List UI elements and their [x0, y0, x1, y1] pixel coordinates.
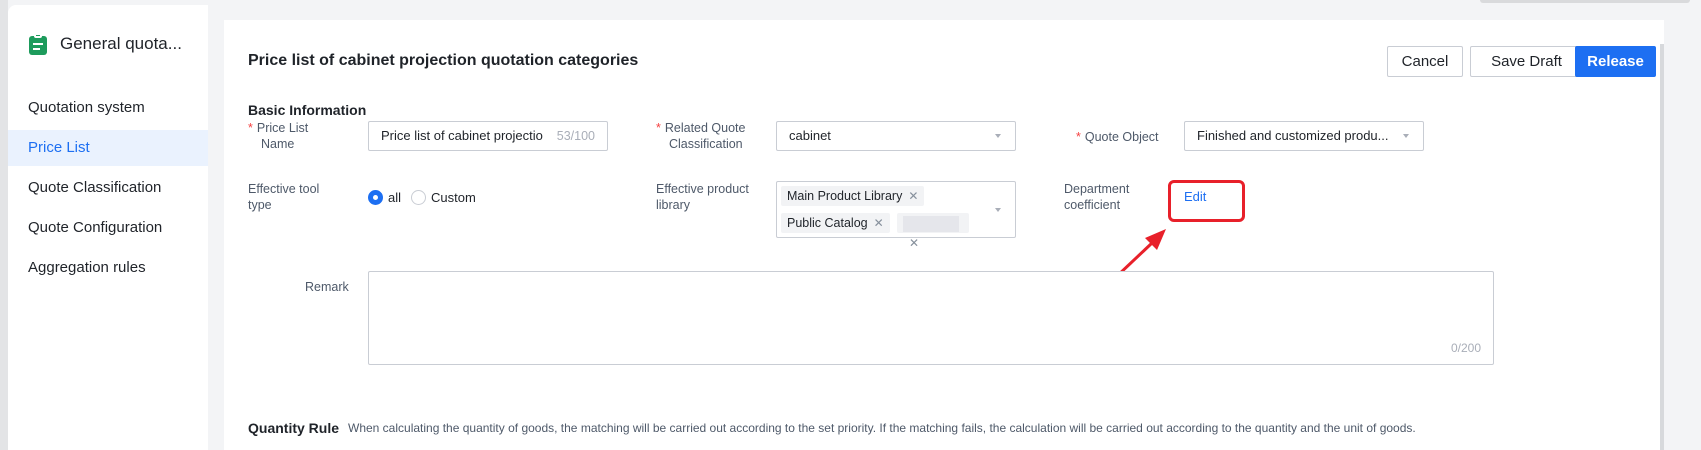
- release-button[interactable]: Release: [1575, 46, 1656, 77]
- radio-all[interactable]: [368, 190, 383, 205]
- radio-custom[interactable]: [411, 190, 427, 205]
- page-title: Price list of cabinet projection quotati…: [248, 52, 639, 69]
- close-icon[interactable]: ✕: [908, 189, 918, 203]
- clipboard-icon: [28, 33, 48, 55]
- remark-label: Remark: [305, 280, 349, 294]
- vertical-scrollbar[interactable]: [1660, 44, 1664, 450]
- price-list-name-count: 53/100: [556, 129, 595, 143]
- save-draft-button[interactable]: Save Draft: [1470, 46, 1583, 77]
- sidebar-item-quote-configuration[interactable]: Quote Configuration: [8, 210, 208, 246]
- radio-custom-label[interactable]: Custom: [431, 190, 476, 205]
- price-list-name-input[interactable]: Price list of cabinet projectio 53/100: [368, 121, 608, 151]
- sidebar-item-quote-classification[interactable]: Quote Classification: [8, 170, 208, 206]
- redacted-block: [903, 215, 959, 232]
- quantity-rule-description: When calculating the quantity of goods, …: [348, 421, 1416, 435]
- department-coefficient-label: Department coefficient: [1064, 182, 1130, 212]
- quote-object-label: * Quote Object: [1076, 130, 1159, 144]
- related-quote-classification-value: cabinet: [789, 128, 831, 143]
- effective-product-library-label: Effective product library: [656, 182, 749, 212]
- chevron-down-icon: [995, 208, 1001, 212]
- sidebar-item-price-list[interactable]: Price List: [8, 130, 208, 166]
- related-quote-classification-select[interactable]: cabinet: [776, 121, 1016, 151]
- chevron-down-icon: [1403, 134, 1409, 138]
- remark-count: 0/200: [1450, 341, 1481, 355]
- chevron-down-icon: [995, 134, 1001, 138]
- product-library-tag-redacted: ✕: [897, 213, 969, 250]
- sidebar-item-quotation-system[interactable]: Quotation system: [8, 90, 208, 126]
- sidebar: General quota... Quotation system Price …: [8, 5, 208, 450]
- basic-information-heading: Basic Information: [248, 102, 367, 118]
- price-list-name-value: Price list of cabinet projectio: [381, 128, 543, 143]
- sidebar-nav: Quotation system Price List Quote Classi…: [8, 90, 208, 290]
- close-icon[interactable]: ✕: [874, 216, 884, 230]
- cancel-button[interactable]: Cancel: [1387, 46, 1463, 77]
- product-library-tag: Main Product Library ✕: [781, 186, 925, 206]
- app-title[interactable]: General quota...: [28, 33, 182, 55]
- app-title-text: General quota...: [60, 34, 182, 53]
- radio-all-label[interactable]: all: [388, 190, 401, 205]
- sidebar-item-aggregation-rules[interactable]: Aggregation rules: [8, 250, 208, 286]
- annotation-highlight-box: [1168, 180, 1245, 222]
- close-icon[interactable]: ✕: [909, 236, 919, 250]
- related-quote-classification-label: * Related Quote Classification: [656, 121, 746, 151]
- left-edge: [0, 0, 8, 450]
- remark-textarea[interactable]: 0/200: [368, 271, 1494, 365]
- price-list-name-label: * Price List Name: [248, 121, 309, 151]
- quote-object-select[interactable]: Finished and customized produ...: [1184, 121, 1424, 151]
- quote-object-value: Finished and customized produ...: [1197, 128, 1389, 143]
- product-library-tag: Public Catalog ✕: [781, 213, 890, 233]
- quantity-rule-heading: Quantity Rule: [248, 420, 340, 436]
- required-mark: *: [248, 121, 253, 135]
- effective-tool-type-radio-group: all Custom: [368, 190, 486, 205]
- top-shadow: [1480, 0, 1690, 3]
- effective-tool-type-label: Effective tool type: [248, 182, 320, 212]
